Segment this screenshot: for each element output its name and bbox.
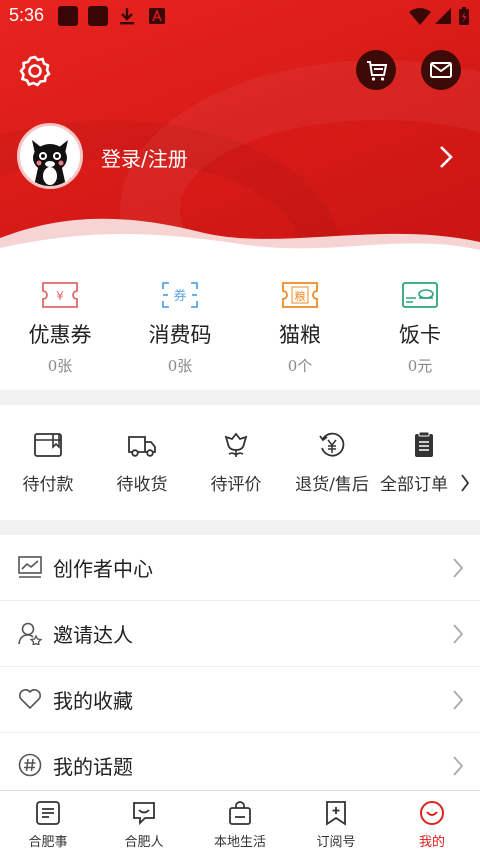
wallet-label: 消费码 xyxy=(148,323,212,347)
order-label: 待评价 xyxy=(210,475,262,495)
refund-icon xyxy=(319,432,345,457)
chevron-right-icon xyxy=(453,624,464,644)
menu-item-label: 创作者中心 xyxy=(53,557,153,581)
invite-user-icon xyxy=(18,622,42,645)
battery-icon xyxy=(459,7,469,25)
menu-item-label: 邀请达人 xyxy=(53,623,133,647)
chevron-right-icon[interactable] xyxy=(438,144,454,170)
shopping-cart-icon xyxy=(367,61,388,81)
status-bar: 5:36 xyxy=(0,0,480,32)
menu-item-invite-expert[interactable]: 邀请达人 xyxy=(0,601,480,667)
mail-icon xyxy=(430,62,452,78)
wallet-value: 0元 xyxy=(407,357,433,375)
nav-label: 合肥人 xyxy=(124,835,164,850)
wallet-value: 0张 xyxy=(167,357,193,375)
header-wave xyxy=(0,218,480,255)
wallet-icon xyxy=(34,433,62,457)
menu-item-label: 我的收藏 xyxy=(53,689,133,713)
wallet-value: 0个 xyxy=(287,357,313,375)
voucher-code-icon: 券 xyxy=(162,282,198,308)
nav-label: 订阅号 xyxy=(316,835,356,850)
cart-button[interactable] xyxy=(356,50,396,90)
flower-icon xyxy=(224,432,248,457)
svg-text:券: 券 xyxy=(173,288,186,304)
menu-item-label: 我的话题 xyxy=(53,755,133,779)
settings-gear-icon[interactable] xyxy=(18,54,52,88)
order-label: 退货/售后 xyxy=(295,475,369,495)
menu-item-topics[interactable]: 我的话题 xyxy=(0,733,480,790)
clipboard-icon xyxy=(415,431,433,457)
news-icon xyxy=(36,801,60,825)
wallet-value: 0张 xyxy=(47,357,73,375)
bottom-nav: 合肥事 合肥人 本地生活 订阅号 我的 xyxy=(0,790,480,854)
coupon-icon: ¥ xyxy=(42,282,78,308)
nav-label: 本地生活 xyxy=(213,835,266,850)
wifi-icon xyxy=(409,8,431,25)
shopping-bag-icon xyxy=(229,801,251,825)
svg-text:粮: 粮 xyxy=(295,289,306,303)
download-icon xyxy=(120,8,134,25)
status-time: 5:36 xyxy=(9,5,45,25)
login-register-link[interactable]: 登录/注册 xyxy=(101,143,188,172)
chart-icon xyxy=(18,556,42,578)
order-label: 待付款 xyxy=(22,475,74,495)
profile-header: 5:36 登录/注册 xyxy=(0,0,480,255)
truck-icon xyxy=(128,436,156,457)
avatar[interactable] xyxy=(17,123,83,189)
wallet-label: 饭卡 xyxy=(399,323,441,347)
smile-icon xyxy=(420,801,444,825)
order-label: 待收货 xyxy=(116,475,168,495)
notification-icon xyxy=(58,6,78,26)
message-button[interactable] xyxy=(421,50,461,90)
hashtag-icon xyxy=(18,753,42,777)
nav-label: 合肥事 xyxy=(28,835,68,850)
menu-item-favorites[interactable]: 我的收藏 xyxy=(0,667,480,733)
chevron-right-icon xyxy=(453,690,464,710)
chevron-right-icon xyxy=(461,474,470,492)
wallet-section: ¥ 优惠券 0张 券 消费码 0张 粮 猫粮 0个 饭卡 0元 xyxy=(0,255,480,390)
font-icon xyxy=(149,8,165,24)
cell-signal-icon xyxy=(435,8,451,24)
menu-list: 创作者中心 邀请达人 我的收藏 我的话题 xyxy=(0,535,480,790)
wallet-label: 猫粮 xyxy=(279,323,321,347)
cat-avatar-icon xyxy=(32,140,68,186)
heart-icon xyxy=(19,689,41,710)
cat-food-icon: 粮 xyxy=(282,282,318,308)
meal-card-icon xyxy=(402,282,438,308)
svg-text:¥: ¥ xyxy=(56,289,64,303)
notification-icon xyxy=(88,6,108,26)
chevron-right-icon xyxy=(453,558,464,578)
subscribe-icon xyxy=(326,801,346,826)
wallet-label: 优惠券 xyxy=(28,323,92,347)
menu-item-creator-center[interactable]: 创作者中心 xyxy=(0,535,480,601)
orders-section: 待付款 待收货 待评价 退货/售后 全部订单 xyxy=(0,405,480,520)
chat-icon xyxy=(133,802,155,826)
nav-label: 我的 xyxy=(418,835,445,850)
chevron-right-icon xyxy=(453,756,464,776)
